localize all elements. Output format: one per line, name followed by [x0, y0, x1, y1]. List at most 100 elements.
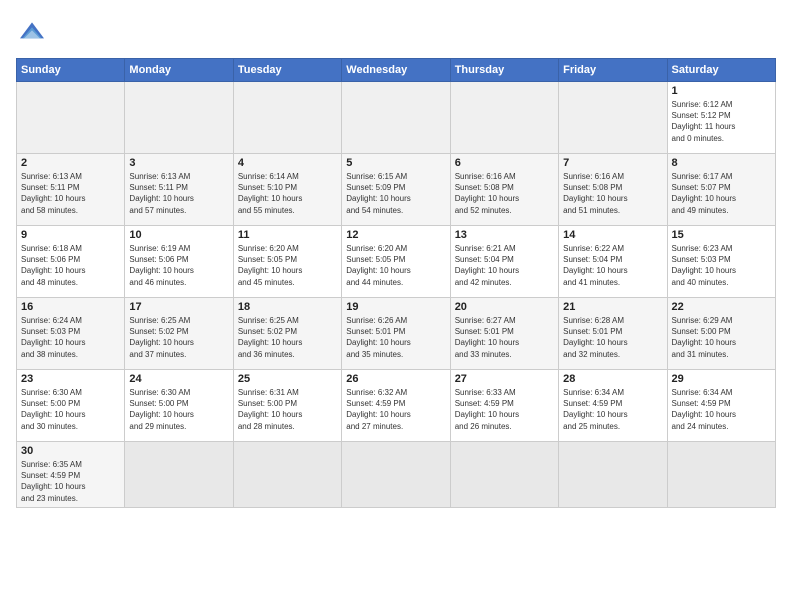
day-info: Sunrise: 6:31 AMSunset: 5:00 PMDaylight:… — [238, 387, 337, 432]
day-number: 10 — [129, 229, 228, 241]
day-number: 26 — [346, 373, 445, 385]
day-number: 6 — [455, 157, 554, 169]
weekday-header-thursday: Thursday — [450, 59, 558, 82]
week-row-4: 16 Sunrise: 6:24 AMSunset: 5:03 PMDayligh… — [17, 298, 776, 370]
calendar-cell: 7Sunrise: 6:16 AMSunset: 5:08 PMDaylight… — [559, 154, 667, 226]
day-number: 24 — [129, 373, 228, 385]
calendar-cell — [450, 82, 558, 154]
day-number: 4 — [238, 157, 337, 169]
calendar-cell: 25Sunrise: 6:31 AMSunset: 5:00 PMDayligh… — [233, 370, 341, 442]
day-info: Sunrise: 6:25 AMSunset: 5:02 PMDaylight:… — [129, 315, 228, 360]
day-info: Sunrise: 6:12 AMSunset: 5:12 PMDaylight:… — [672, 99, 771, 144]
weekday-header-saturday: Saturday — [667, 59, 775, 82]
day-number: 2 — [21, 157, 120, 169]
day-number: 11 — [238, 229, 337, 241]
day-info: Sunrise: 6:14 AMSunset: 5:10 PMDaylight:… — [238, 171, 337, 216]
day-info: Sunrise: 6:30 AMSunset: 5:00 PMDaylight:… — [129, 387, 228, 432]
calendar-cell: 18 Sunrise: 6:25 AMSunset: 5:02 PMDayligh… — [233, 298, 341, 370]
day-number: 18 — [238, 301, 337, 313]
week-row-1: 1Sunrise: 6:12 AMSunset: 5:12 PMDaylight… — [17, 82, 776, 154]
calendar-cell: 11Sunrise: 6:20 AMSunset: 5:05 PMDayligh… — [233, 226, 341, 298]
day-info: Sunrise: 6:18 AMSunset: 5:06 PMDaylight:… — [21, 243, 120, 288]
day-number: 16 — [21, 301, 120, 313]
calendar-cell: 14Sunrise: 6:22 AMSunset: 5:04 PMDayligh… — [559, 226, 667, 298]
day-info: Sunrise: 6:32 AMSunset: 4:59 PMDaylight:… — [346, 387, 445, 432]
day-number: 9 — [21, 229, 120, 241]
weekday-header-sunday: Sunday — [17, 59, 125, 82]
day-info: Sunrise: 6:20 AMSunset: 5:05 PMDaylight:… — [346, 243, 445, 288]
logo — [16, 16, 52, 48]
day-info: Sunrise: 6:17 AMSunset: 5:07 PMDaylight:… — [672, 171, 771, 216]
weekday-header-wednesday: Wednesday — [342, 59, 450, 82]
day-info: Sunrise: 6:25 AMSunset: 5:02 PMDaylight:… — [238, 315, 337, 360]
calendar-cell: 27 Sunrise: 6:33 AMSunset: 4:59 PMDayligh… — [450, 370, 558, 442]
calendar-cell — [125, 82, 233, 154]
day-info: Sunrise: 6:22 AMSunset: 5:04 PMDaylight:… — [563, 243, 662, 288]
calendar-cell: 23 Sunrise: 6:30 AMSunset: 5:00 PMDayligh… — [17, 370, 125, 442]
day-info: Sunrise: 6:24 AMSunset: 5:03 PMDaylight:… — [21, 315, 120, 360]
calendar-cell: 4 Sunrise: 6:14 AMSunset: 5:10 PMDaylight… — [233, 154, 341, 226]
week-row-3: 9 Sunrise: 6:18 AMSunset: 5:06 PMDaylight… — [17, 226, 776, 298]
calendar-cell — [17, 82, 125, 154]
day-number: 15 — [672, 229, 771, 241]
day-info: Sunrise: 6:26 AMSunset: 5:01 PMDaylight:… — [346, 315, 445, 360]
calendar-cell — [342, 82, 450, 154]
week-row-5: 23 Sunrise: 6:30 AMSunset: 5:00 PMDayligh… — [17, 370, 776, 442]
day-number: 30 — [21, 445, 120, 457]
weekday-header-monday: Monday — [125, 59, 233, 82]
calendar-cell: 12 Sunrise: 6:20 AMSunset: 5:05 PMDayligh… — [342, 226, 450, 298]
calendar-cell: 9 Sunrise: 6:18 AMSunset: 5:06 PMDaylight… — [17, 226, 125, 298]
weekday-header-friday: Friday — [559, 59, 667, 82]
day-info: Sunrise: 6:34 AMSunset: 4:59 PMDaylight:… — [672, 387, 771, 432]
calendar-cell: 2 Sunrise: 6:13 AMSunset: 5:11 PMDaylight… — [17, 154, 125, 226]
calendar-cell: 16 Sunrise: 6:24 AMSunset: 5:03 PMDayligh… — [17, 298, 125, 370]
day-info: Sunrise: 6:16 AMSunset: 5:08 PMDaylight:… — [563, 171, 662, 216]
week-row-6: 30Sunrise: 6:35 AMSunset: 4:59 PMDayligh… — [17, 442, 776, 508]
calendar-cell: 17 Sunrise: 6:25 AMSunset: 5:02 PMDayligh… — [125, 298, 233, 370]
day-number: 27 — [455, 373, 554, 385]
calendar-table: SundayMondayTuesdayWednesdayThursdayFrid… — [16, 58, 776, 508]
calendar-cell: 15Sunrise: 6:23 AMSunset: 5:03 PMDayligh… — [667, 226, 775, 298]
day-info: Sunrise: 6:27 AMSunset: 5:01 PMDaylight:… — [455, 315, 554, 360]
day-info: Sunrise: 6:13 AMSunset: 5:11 PMDaylight:… — [21, 171, 120, 216]
calendar-cell — [233, 442, 341, 508]
calendar-cell: 24 Sunrise: 6:30 AMSunset: 5:00 PMDayligh… — [125, 370, 233, 442]
day-number: 29 — [672, 373, 771, 385]
day-number: 21 — [563, 301, 662, 313]
calendar-cell — [559, 442, 667, 508]
day-info: Sunrise: 6:34 AMSunset: 4:59 PMDaylight:… — [563, 387, 662, 432]
calendar-cell: 8Sunrise: 6:17 AMSunset: 5:07 PMDaylight… — [667, 154, 775, 226]
day-number: 5 — [346, 157, 445, 169]
calendar-cell: 13Sunrise: 6:21 AMSunset: 5:04 PMDayligh… — [450, 226, 558, 298]
day-info: Sunrise: 6:33 AMSunset: 4:59 PMDaylight:… — [455, 387, 554, 432]
day-info: Sunrise: 6:19 AMSunset: 5:06 PMDaylight:… — [129, 243, 228, 288]
calendar-cell: 10 Sunrise: 6:19 AMSunset: 5:06 PMDayligh… — [125, 226, 233, 298]
calendar-cell — [342, 442, 450, 508]
day-number: 22 — [672, 301, 771, 313]
weekday-header-row: SundayMondayTuesdayWednesdayThursdayFrid… — [17, 59, 776, 82]
week-row-2: 2 Sunrise: 6:13 AMSunset: 5:11 PMDaylight… — [17, 154, 776, 226]
calendar-cell: 5Sunrise: 6:15 AMSunset: 5:09 PMDaylight… — [342, 154, 450, 226]
day-number: 17 — [129, 301, 228, 313]
day-number: 23 — [21, 373, 120, 385]
calendar-cell — [450, 442, 558, 508]
day-number: 20 — [455, 301, 554, 313]
calendar-cell: 19Sunrise: 6:26 AMSunset: 5:01 PMDayligh… — [342, 298, 450, 370]
calendar-cell: 20 Sunrise: 6:27 AMSunset: 5:01 PMDayligh… — [450, 298, 558, 370]
calendar-cell: 30Sunrise: 6:35 AMSunset: 4:59 PMDayligh… — [17, 442, 125, 508]
calendar-cell — [233, 82, 341, 154]
day-info: Sunrise: 6:30 AMSunset: 5:00 PMDaylight:… — [21, 387, 120, 432]
calendar-cell: 1Sunrise: 6:12 AMSunset: 5:12 PMDaylight… — [667, 82, 775, 154]
day-info: Sunrise: 6:21 AMSunset: 5:04 PMDaylight:… — [455, 243, 554, 288]
header — [16, 16, 776, 48]
day-number: 12 — [346, 229, 445, 241]
calendar-cell: 26 Sunrise: 6:32 AMSunset: 4:59 PMDayligh… — [342, 370, 450, 442]
calendar-cell: 28 Sunrise: 6:34 AMSunset: 4:59 PMDayligh… — [559, 370, 667, 442]
calendar-cell — [559, 82, 667, 154]
calendar-cell: 29 Sunrise: 6:34 AMSunset: 4:59 PMDayligh… — [667, 370, 775, 442]
calendar-cell: 3Sunrise: 6:13 AMSunset: 5:11 PMDaylight… — [125, 154, 233, 226]
day-number: 28 — [563, 373, 662, 385]
calendar-cell: 21 Sunrise: 6:28 AMSunset: 5:01 PMDayligh… — [559, 298, 667, 370]
day-number: 3 — [129, 157, 228, 169]
day-info: Sunrise: 6:28 AMSunset: 5:01 PMDaylight:… — [563, 315, 662, 360]
